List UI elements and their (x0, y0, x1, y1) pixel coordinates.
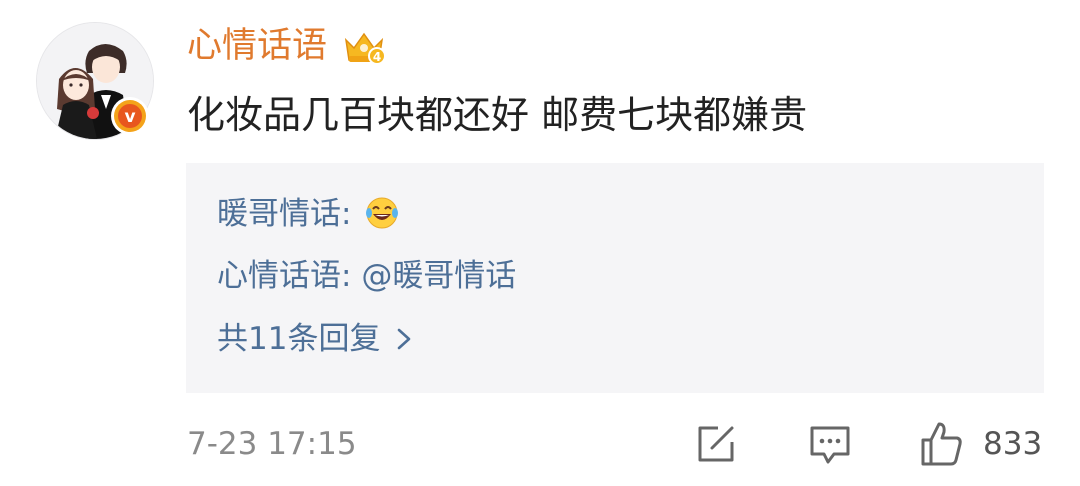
reply-line[interactable]: 暖哥情话: (217, 194, 399, 234)
username[interactable]: 心情话语 (187, 22, 327, 70)
chevron-right-icon (398, 328, 411, 350)
edit-share-icon[interactable] (692, 420, 740, 468)
comment-bubble-icon[interactable] (806, 420, 854, 468)
laughing-tears-emoji-icon (366, 197, 399, 228)
reply-text[interactable]: @暖哥情话 (361, 258, 516, 294)
reply-author[interactable]: 暖哥情话 (217, 196, 341, 232)
comment-text: 化妆品几百块都还好 邮费七块都嫌贵 (187, 93, 808, 137)
more-replies-label: 共11条回复 (217, 321, 381, 357)
reply-preview-box[interactable]: 暖哥情话: 心情话语: @暖哥情话 共11条回复 (186, 163, 1044, 393)
reply-author[interactable]: 心情话语 (217, 258, 341, 294)
crown-badge-level: 4 (373, 50, 381, 64)
timestamp: 7-23 17:15 (187, 426, 357, 462)
reply-line[interactable]: 心情话语: @暖哥情话 (217, 256, 516, 296)
comment-footer: 7-23 17:15 833 (187, 420, 1047, 470)
verified-badge-icon: v (111, 97, 149, 135)
reply-separator: : (341, 196, 362, 232)
like-count: 833 (983, 426, 1043, 462)
comment-item: v 心情话语 4 化妆品几百块都还好 邮费七块都嫌贵 暖哥情话: 心情话语: @… (0, 0, 1080, 486)
verified-letter: v (124, 107, 135, 127)
crown-badge-icon[interactable]: 4 (342, 26, 386, 66)
reply-separator: : (341, 258, 362, 294)
more-replies-link[interactable]: 共11条回复 (217, 319, 414, 359)
thumbs-up-icon[interactable] (917, 420, 965, 468)
